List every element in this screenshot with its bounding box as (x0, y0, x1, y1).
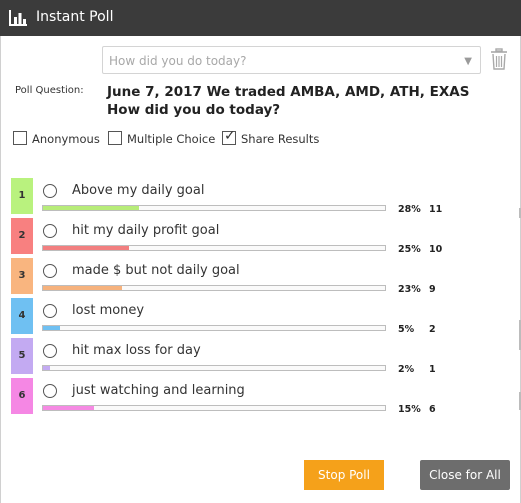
choice-number-badge: 6 (11, 378, 33, 414)
checkmark-icon: ✓ (224, 128, 236, 144)
result-bar-fill (43, 286, 122, 290)
chevron-down-icon: ▼ (464, 56, 472, 67)
poll-panel: How did you do today? ▼ Poll Question: J… (0, 36, 521, 503)
share-results-label: Share Results (241, 132, 320, 146)
question-select[interactable]: How did you do today? ▼ (102, 46, 481, 74)
choice-label: hit max loss for day (72, 343, 201, 358)
choice-row[interactable]: 1 Above my daily goal 28% 11 (11, 178, 521, 215)
choice-number-badge: 1 (11, 178, 33, 214)
choice-row[interactable]: 6 just watching and learning 15% 6 (11, 378, 521, 415)
share-results-checkbox[interactable]: ✓ (222, 128, 236, 145)
result-bar-fill (43, 406, 95, 410)
result-percent: 2% (398, 364, 415, 375)
choice-radio[interactable] (43, 184, 57, 198)
choice-label: hit my daily profit goal (72, 223, 220, 238)
trash-icon[interactable] (490, 48, 508, 70)
result-percent: 5% (398, 324, 415, 335)
result-count: 9 (429, 284, 436, 295)
choice-number-badge: 3 (11, 258, 33, 294)
choice-radio[interactable] (43, 384, 57, 398)
result-bar (42, 245, 386, 251)
result-bar (42, 325, 386, 331)
result-count: 6 (429, 404, 436, 415)
window-titlebar: Instant Poll (0, 0, 521, 36)
choice-radio[interactable] (43, 224, 57, 238)
result-bar (42, 365, 386, 371)
result-bar-fill (43, 366, 50, 370)
result-bar (42, 285, 386, 291)
result-percent: 25% (398, 244, 421, 255)
stop-poll-button[interactable]: Stop Poll (304, 460, 384, 490)
choice-radio[interactable] (43, 344, 57, 358)
close-for-all-button[interactable]: Close for All (420, 460, 510, 490)
result-count: 2 (429, 324, 436, 335)
result-percent: 15% (398, 404, 421, 415)
choice-number-badge: 2 (11, 218, 33, 254)
choice-row[interactable]: 3 made $ but not daily goal 23% 9 (11, 258, 521, 295)
choice-label: lost money (72, 303, 145, 318)
result-bar (42, 205, 386, 211)
result-bar (42, 405, 386, 411)
choice-radio[interactable] (43, 304, 57, 318)
result-bar-fill (43, 206, 139, 210)
choice-row[interactable]: 5 hit max loss for day 2% 1 (11, 338, 521, 375)
poll-question-text: June 7, 2017 We traded AMBA, AMD, ATH, E… (107, 84, 470, 118)
result-percent: 23% (398, 284, 421, 295)
result-percent: 28% (398, 204, 421, 215)
window-title: Instant Poll (36, 9, 114, 25)
choice-label: Above my daily goal (72, 183, 205, 198)
result-bar-fill (43, 326, 61, 330)
poll-question-label: Poll Question: (15, 85, 84, 96)
result-bar-fill (43, 246, 129, 250)
multiple-choice-checkbox[interactable] (108, 131, 122, 145)
choice-number-badge: 5 (11, 338, 33, 374)
choice-row[interactable]: 4 lost money 5% 2 (11, 298, 521, 335)
anonymous-checkbox[interactable] (13, 131, 27, 145)
multiple-choice-label: Multiple Choice (127, 132, 216, 146)
question-select-placeholder: How did you do today? (109, 54, 247, 68)
choice-number-badge: 4 (11, 298, 33, 334)
choice-label: just watching and learning (72, 383, 245, 398)
choice-label: made $ but not daily goal (72, 263, 240, 278)
result-count: 11 (429, 204, 443, 215)
choice-row[interactable]: 2 hit my daily profit goal 25% 10 (11, 218, 521, 255)
result-count: 10 (429, 244, 443, 255)
choice-radio[interactable] (43, 264, 57, 278)
bar-chart-icon (9, 10, 27, 26)
result-count: 1 (429, 364, 436, 375)
anonymous-label: Anonymous (32, 132, 100, 146)
